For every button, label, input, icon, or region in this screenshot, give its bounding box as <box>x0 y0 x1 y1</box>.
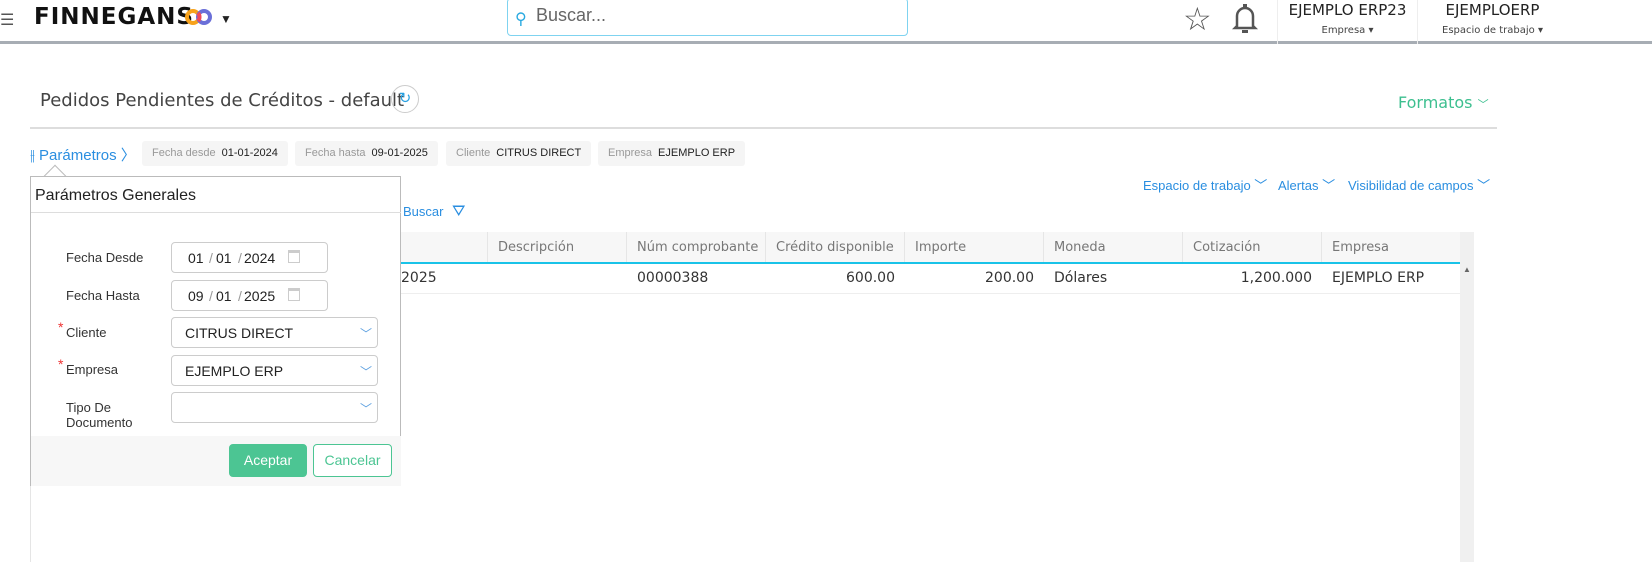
day[interactable]: 01 <box>188 250 204 266</box>
grid-search-button[interactable]: Buscar <box>403 204 443 219</box>
param-chip: Fecha desde 01-01-2024 <box>142 141 288 166</box>
brand-logo[interactable]: FINNEGANS <box>34 4 194 30</box>
workspace-label: Espacio de trabajo ▾ <box>1442 25 1543 36</box>
sliders-icon: ⫲ <box>30 147 35 164</box>
accept-button[interactable]: Aceptar <box>229 444 307 477</box>
company-name: EJEMPLO ERP23 <box>1288 1 1407 19</box>
company-selector[interactable]: EJEMPLO ERP23 Empresa ▾ <box>1277 0 1417 44</box>
top-bar: ☰ FINNEGANS ▼ ⚲ ☆ EJEMPLO ERP23 Empresa … <box>0 0 1652 44</box>
column-header[interactable]: Crédito disponible <box>766 232 905 262</box>
year[interactable]: 2024 <box>244 250 275 266</box>
cell: 00000388 <box>637 270 709 286</box>
column-header[interactable] <box>390 232 488 262</box>
calendar-icon[interactable] <box>288 250 300 263</box>
day[interactable]: 09 <box>188 288 204 304</box>
workspace-name: EJEMPLOERP <box>1445 1 1540 19</box>
fecha-desde-input[interactable]: 01/ 01/ 2024 <box>171 242 328 273</box>
tipo-documento-select[interactable]: ﹀ <box>171 392 378 423</box>
divider <box>30 127 1497 129</box>
cliente-label: * Cliente <box>58 319 107 340</box>
alerts-link[interactable]: Alertas ﹀ <box>1278 175 1335 194</box>
chevron-down-icon: ﹀ <box>359 365 372 379</box>
parameters-toggle[interactable]: ⫲ Parámetros 〉 <box>30 144 136 165</box>
page-title: Pedidos Pendientes de Créditos - default <box>40 90 405 111</box>
month[interactable]: 01 <box>216 250 232 266</box>
search-input[interactable] <box>536 5 896 26</box>
divider <box>31 212 401 213</box>
month[interactable]: 01 <box>216 288 232 304</box>
fecha-hasta-label: Fecha Hasta <box>66 288 140 303</box>
search-icon: ⚲ <box>515 11 527 28</box>
chevron-down-icon: ﹀ <box>359 327 372 341</box>
company-label: Empresa ▾ <box>1321 25 1374 36</box>
tipo-documento-label: Tipo De Documento <box>66 400 133 430</box>
vertical-scrollbar[interactable]: ▲ <box>1460 232 1474 562</box>
year[interactable]: 2025 <box>244 288 275 304</box>
scroll-up-icon[interactable]: ▲ <box>1463 265 1471 274</box>
fecha-hasta-input[interactable]: 09/ 01/ 2025 <box>171 280 328 311</box>
param-chip: Cliente CITRUS DIRECT <box>446 141 592 166</box>
cliente-select[interactable]: CITRUS DIRECT ﹀ <box>171 317 378 348</box>
cell: 1,200.000 <box>1240 270 1312 286</box>
column-header[interactable]: Importe <box>905 232 1044 262</box>
chevron-down-icon: ﹀ <box>359 402 372 416</box>
cell <box>488 264 627 293</box>
calendar-icon[interactable] <box>288 288 300 301</box>
column-header[interactable]: Moneda <box>1044 232 1183 262</box>
hamburger-menu-icon[interactable]: ☰ <box>0 10 14 30</box>
param-chip: Fecha hasta 09-01-2025 <box>295 141 438 166</box>
empresa-label: * Empresa <box>58 356 119 377</box>
parameters-panel: Parámetros Generales Fecha Desde 01/ 01/… <box>30 176 401 486</box>
panel-footer: Aceptar Cancelar <box>31 436 401 486</box>
brand-logo-icon <box>185 9 212 25</box>
fecha-desde-label: Fecha Desde <box>66 250 144 265</box>
filter-icon[interactable]: ⛛ <box>452 203 465 221</box>
required-icon: * <box>58 319 64 335</box>
cancel-button[interactable]: Cancelar <box>313 444 392 477</box>
cell: 600.00 <box>846 270 895 286</box>
search-box[interactable]: ⚲ <box>507 0 908 36</box>
workspace-link[interactable]: Espacio de trabajo ﹀ <box>1143 175 1267 194</box>
brand-dropdown-icon[interactable]: ▼ <box>220 12 232 26</box>
table-header: Descripción Núm comprobante Crédito disp… <box>390 232 1460 264</box>
field-visibility-link[interactable]: Visibilidad de campos ﹀ <box>1348 175 1490 194</box>
table-row[interactable]: 2025 00000388 600.00 200.00 Dólares 1,20… <box>390 264 1460 294</box>
column-header[interactable]: Cotización <box>1183 232 1322 262</box>
workspace-selector[interactable]: EJEMPLOERP Espacio de trabajo ▾ <box>1417 0 1567 44</box>
formats-dropdown[interactable]: Formatos ﹀ <box>1398 93 1489 112</box>
refresh-icon[interactable]: ↻ <box>391 85 419 113</box>
cell: Dólares <box>1054 270 1108 286</box>
empresa-select[interactable]: EJEMPLO ERP ﹀ <box>171 355 378 386</box>
param-chip: Empresa EJEMPLO ERP <box>598 141 746 166</box>
cell: 2025 <box>401 270 437 286</box>
panel-title: Parámetros Generales <box>35 187 196 204</box>
notifications-bell-icon[interactable] <box>1232 2 1258 34</box>
column-header[interactable]: Núm comprobante <box>627 232 766 262</box>
cell: 200.00 <box>985 270 1034 286</box>
column-header[interactable]: Empresa <box>1322 232 1460 262</box>
required-icon: * <box>58 356 64 372</box>
cell: EJEMPLO ERP <box>1332 270 1425 286</box>
favorites-star-icon[interactable]: ☆ <box>1183 0 1212 38</box>
column-header[interactable]: Descripción <box>488 232 627 262</box>
